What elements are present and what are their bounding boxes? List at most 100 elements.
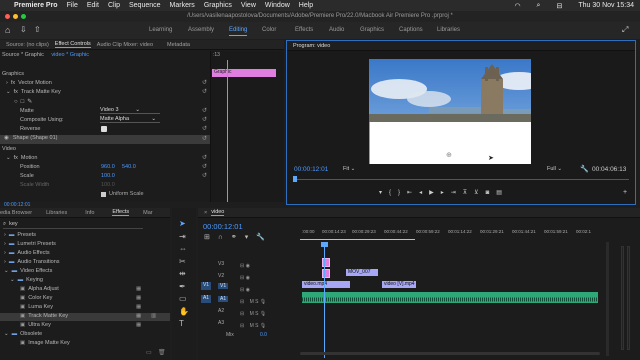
track-a3-label[interactable]: A3 [218,320,224,326]
tab-metadata[interactable]: Metadata [167,42,190,48]
step-forward-icon[interactable]: ▸ [441,190,451,196]
razor-tool-icon[interactable]: ✂ [179,256,189,269]
effects-item-lumetri-presets[interactable]: › ▬ Lumetri Presets [0,241,170,249]
menu-window[interactable]: Window [265,2,290,9]
matte-select[interactable]: Video 3 ⌄ [100,107,160,114]
rectangle-tool-icon[interactable]: ▭ [179,293,189,306]
close-icon[interactable]: × [204,210,207,216]
breadcrumb-source[interactable]: Source * Graphic [2,52,44,58]
effects-item-alpha-adjust[interactable]: ▣ Alpha Adjust ▦ [0,286,170,294]
toggle-output-icon[interactable]: ◉ [246,263,250,269]
effects-search-input[interactable]: ⌕ key [3,221,143,229]
slip-tool-icon[interactable]: ⇹ [179,268,189,281]
breadcrumb-clip[interactable]: video * Graphic [51,52,89,58]
track-matte-key-row[interactable]: ⌄ fx Track Matte Key [0,89,210,97]
reset-icon[interactable]: ↺ [202,107,207,114]
shape-bounding-box-edge[interactable] [369,122,370,164]
ripple-edit-tool-icon[interactable]: ⇔ [179,243,189,256]
effects-item-color-key[interactable]: ▣ Color Key ▦ [0,295,170,303]
menu-graphics[interactable]: Graphics [204,2,232,9]
menu-edit[interactable]: Edit [87,2,99,9]
reset-icon[interactable]: ↺ [202,88,207,95]
track-a1-label[interactable]: A1 [218,296,229,302]
add-button-icon[interactable]: + [623,189,627,196]
voiceover-icon[interactable]: 🎙 [260,299,266,305]
vector-motion-row[interactable]: › fx Vector Motion [0,80,210,88]
tab-effects-panel[interactable]: Effects [112,209,130,216]
menu-datetime[interactable]: Thu 30 Nov 15:34 [578,2,634,9]
mix-volume-value[interactable]: 0.0 [260,332,267,338]
tab-info[interactable]: Info [85,210,94,216]
playhead-handle[interactable] [321,242,328,247]
timeline-tracks-area[interactable]: MOV_007 video.mp4 video [V].mp4 [300,242,600,358]
timeline-playhead[interactable] [324,244,325,358]
clip-video-v1-second[interactable]: video [V].mp4 [382,281,416,288]
export-frame-icon[interactable]: ◙ [486,190,497,196]
effects-item-audio-transitions[interactable]: › ▬ Audio Transitions [0,259,170,267]
type-tool-icon[interactable]: T [179,318,189,331]
tab-audio-clip-mixer[interactable]: Audio Clip Mixer: video [97,42,153,48]
program-timecode[interactable]: 00:00:12:01 [294,166,328,173]
reset-icon[interactable]: ↺ [202,125,207,132]
solo-button[interactable]: S [255,311,258,317]
tab-effect-controls[interactable]: Effect Controls [54,41,91,48]
effects-item-audio-effects[interactable]: › ▬ Audio Effects [0,250,170,258]
mini-playhead[interactable] [227,60,228,202]
tab-markers[interactable]: Mar [143,210,152,216]
vertical-scrollbar[interactable] [606,242,609,356]
track-v2-label[interactable]: V2 [218,273,224,279]
effects-item-ultra-key[interactable]: ▣ Ultra Key ▦ [0,322,170,330]
tab-learning[interactable]: Learning [149,27,172,33]
eye-icon[interactable]: ◉ [4,135,9,141]
lift-icon[interactable]: ⊼ [463,190,474,196]
horizontal-scrollbar[interactable] [300,352,600,355]
pen-tool-icon[interactable]: ✒ [179,281,189,294]
menu-sequence[interactable]: Sequence [129,2,161,9]
solo-button[interactable]: S [255,323,258,329]
effects-item-presets[interactable]: › ▬ Presets [0,232,170,240]
hand-tool-icon[interactable]: ✋ [179,306,189,319]
shape-layer-row[interactable]: ◉ Shape (Shape 01) [0,135,210,144]
anchor-point-icon[interactable]: ⊕ [446,151,452,159]
program-monitor-title[interactable]: Program: video [293,43,330,49]
reset-icon[interactable]: ↺ [202,79,207,86]
menu-app-name[interactable]: Premiere Pro [14,2,58,9]
export-icon[interactable]: ⇧ [34,25,41,34]
uniform-scale-checkbox[interactable] [101,192,106,197]
solo-button[interactable]: S [255,299,258,305]
add-marker-icon[interactable]: ▾ [379,190,389,196]
mute-button[interactable]: M [250,311,254,317]
effects-item-image-matte-key[interactable]: ▣ Image Matte Key [0,340,170,348]
mark-in-icon[interactable]: { [389,190,398,196]
tab-libraries-panel[interactable]: Libraries [46,210,67,216]
effects-item-obsolete[interactable]: ⌄ ▬ Obsolete [0,331,170,339]
position-y-value[interactable]: 540.0 [122,164,136,170]
voiceover-icon[interactable]: 🎙 [260,311,266,317]
reset-icon[interactable]: ↺ [202,163,207,170]
position-x-value[interactable]: 960.0 [101,164,115,170]
reset-icon[interactable]: ↺ [202,135,207,142]
play-icon[interactable]: ▶ [429,190,441,196]
sync-lock-icon[interactable]: ⊟ [240,287,244,293]
tab-effects[interactable]: Effects [295,27,313,33]
scale-value[interactable]: 100.0 [101,173,115,179]
step-back-icon[interactable]: ◂ [419,190,429,196]
effects-item-video-effects[interactable]: ⌄ ▬ Video Effects [0,268,170,276]
toggle-output-icon[interactable]: ◉ [246,287,250,293]
control-center-icon[interactable]: ⊟ [556,2,562,10]
program-playhead[interactable] [293,176,297,182]
tab-editing[interactable]: Editing [229,27,248,36]
zoom-select[interactable]: Fit ⌄ [343,166,355,172]
motion-row[interactable]: ⌄ fx Motion [0,155,210,163]
extract-icon[interactable]: ⊻ [474,190,485,196]
nest-icon[interactable]: ⊞ [204,234,218,241]
add-marker-icon[interactable]: ▾ [245,234,257,241]
track-v1-label[interactable]: V1 [218,283,229,289]
close-window-button[interactable] [5,14,10,19]
effects-item-keying[interactable]: ⌄ ▬ Keying [0,277,170,285]
go-to-in-icon[interactable]: ⇤ [407,190,419,196]
tab-media-browser[interactable]: edia Browser [0,210,32,216]
effects-item-track-matte-key[interactable]: ▣ Track Matte Key ▦ ▥ [0,313,170,321]
search-icon[interactable]: ⌕ [537,2,541,10]
timeline-timecode[interactable]: 00:00:12:01 [203,222,243,231]
